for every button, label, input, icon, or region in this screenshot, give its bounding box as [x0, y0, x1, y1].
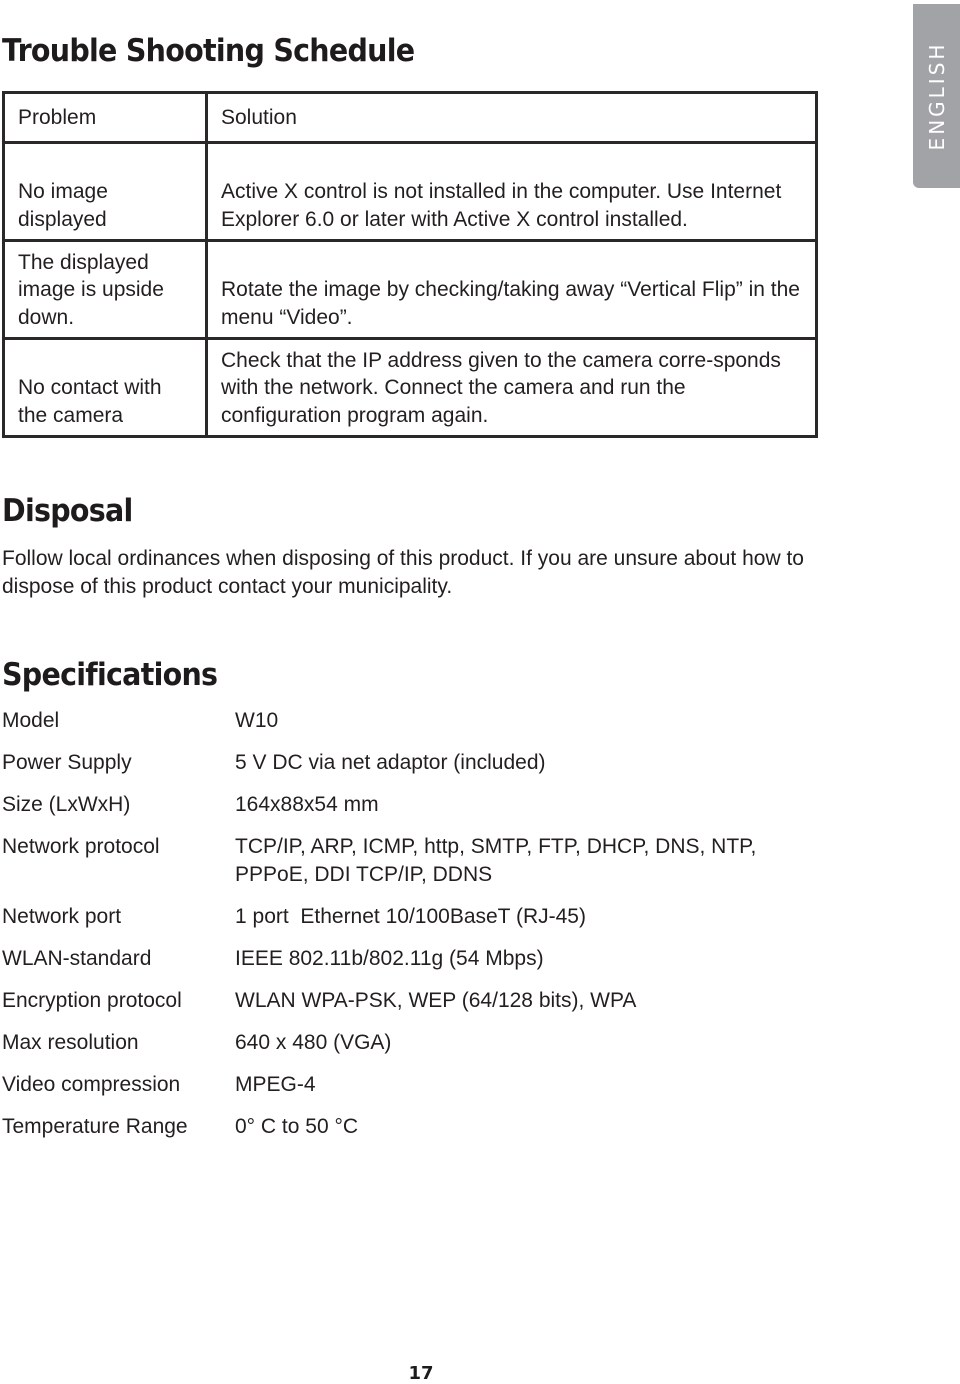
spec-value: W10 — [235, 709, 279, 732]
solution-cell: Check that the IP address given to the c… — [205, 337, 818, 438]
solution-cell: Active X control is not installed in the… — [205, 141, 818, 242]
problem-cell: The displayed image is upside down. — [2, 239, 208, 340]
spec-row-max-resolution: Max resolution 640 x 480 (VGA) — [2, 1029, 902, 1057]
spec-row-power-supply: Power Supply 5 V DC via net adaptor (inc… — [2, 749, 902, 777]
specifications-title: Specifications — [2, 657, 218, 693]
spec-row-video-compression: Video compression MPEG-4 — [2, 1071, 902, 1099]
spec-label: Network protocol — [2, 835, 160, 858]
problem-cell: No image displayed — [2, 141, 208, 242]
solution-column-header: Solution — [205, 91, 818, 144]
problem-cell: No contact with the camera — [2, 337, 208, 438]
spec-value: 0° C to 50 °C — [235, 1115, 359, 1138]
spec-row-network-port: Network port 1 port Ethernet 10/100BaseT… — [2, 903, 902, 931]
problem-column-header: Problem — [2, 91, 208, 144]
spec-label: Video compression — [2, 1073, 181, 1096]
table-header-row: Problem Solution — [2, 91, 818, 144]
spec-row-size: Size (LxWxH) 164x88x54 mm — [2, 791, 902, 819]
spec-label: Model — [2, 709, 60, 732]
spec-value: WLAN WPA-PSK, WEP (64/128 bits), WPA — [235, 989, 637, 1012]
spec-row-wlan-standard: WLAN-standard IEEE 802.11b/802.11g (54 M… — [2, 945, 902, 973]
table-row: The displayed image is upside down. Rota… — [2, 239, 818, 340]
spec-value: IEEE 802.11b/802.11g (54 Mbps) — [235, 947, 544, 970]
spec-row-encryption-protocol: Encryption protocol WLAN WPA-PSK, WEP (6… — [2, 987, 902, 1015]
spec-row-model: Model W10 — [2, 707, 902, 735]
spec-value: MPEG-4 — [235, 1073, 316, 1096]
spec-label: Network port — [2, 905, 122, 928]
language-tab: ENGLISH — [913, 4, 960, 188]
spec-row-network-protocol: Network protocol TCP/IP, ARP, ICMP, http… — [2, 833, 902, 889]
spec-label: Size (LxWxH) — [2, 793, 131, 816]
table-row: No contact with the camera Check that th… — [2, 337, 818, 438]
specifications-list: Model W10 Power Supply 5 V DC via net ad… — [2, 707, 902, 1155]
disposal-title: Disposal — [2, 493, 133, 529]
language-tab-label: ENGLISH — [924, 41, 949, 151]
spec-label: Max resolution — [2, 1031, 139, 1054]
spec-value: 1 port Ethernet 10/100BaseT (RJ-45) — [235, 905, 586, 928]
spec-value: 640 x 480 (VGA) — [235, 1031, 392, 1054]
spec-label: Encryption protocol — [2, 989, 182, 1012]
spec-label: Temperature Range — [2, 1115, 188, 1138]
spec-value: 164x88x54 mm — [235, 793, 379, 816]
spec-value: 5 V DC via net adaptor (included) — [235, 751, 546, 774]
troubleshooting-table: Problem Solution No image displayed Acti… — [2, 91, 818, 438]
page-number: 17 — [408, 1363, 434, 1384]
table-row: No image displayed Active X control is n… — [2, 141, 818, 242]
disposal-text: Follow local ordinances when disposing o… — [2, 547, 804, 598]
spec-label: Power Supply — [2, 751, 132, 774]
troubleshooting-title: Trouble Shooting Schedule — [2, 33, 415, 69]
spec-row-temperature-range: Temperature Range 0° C to 50 °C — [2, 1113, 902, 1141]
spec-label: WLAN-standard — [2, 947, 152, 970]
spec-value: TCP/IP, ARP, ICMP, http, SMTP, FTP, DHCP… — [235, 835, 757, 886]
solution-cell: Rotate the image by checking/taking away… — [205, 239, 818, 340]
